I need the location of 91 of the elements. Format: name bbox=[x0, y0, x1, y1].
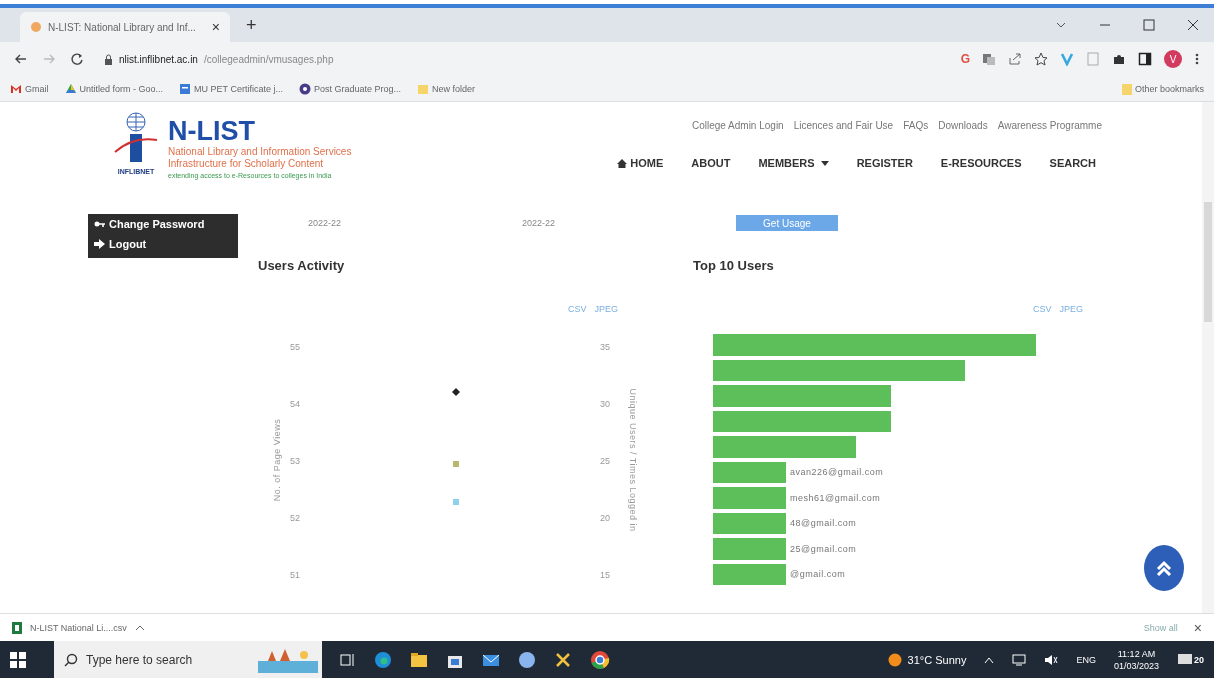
y-tick-label: 53 bbox=[290, 456, 300, 466]
bar-label: 25@gmail.com bbox=[790, 543, 857, 554]
bookmark-link[interactable]: Post Graduate Prog... bbox=[298, 82, 401, 95]
site-name: N-LIST bbox=[168, 116, 256, 146]
weather-widget[interactable]: 31°C Sunny bbox=[887, 652, 967, 667]
y-tick-label: 35 bbox=[600, 342, 610, 352]
bar-label: @gmail.com bbox=[790, 569, 846, 580]
profile-avatar[interactable]: V bbox=[1164, 50, 1182, 68]
menu-icon[interactable] bbox=[1194, 52, 1200, 66]
y-tick-label: 15 bbox=[600, 570, 610, 580]
chrome-browser-icon[interactable] bbox=[590, 649, 610, 670]
maximize-icon[interactable] bbox=[1142, 18, 1156, 32]
download-item[interactable]: N-LIST National Li....csv bbox=[12, 621, 145, 634]
top-link[interactable]: Licences and Fair Use bbox=[793, 120, 894, 131]
nav-link[interactable]: HOME bbox=[617, 157, 664, 169]
home-icon bbox=[617, 158, 628, 168]
other-bookmarks-link[interactable]: Other bookmarks bbox=[1121, 82, 1204, 95]
scrollbar[interactable] bbox=[1202, 102, 1214, 613]
double-chevron-up-icon bbox=[1155, 560, 1173, 576]
circle-icon bbox=[298, 82, 311, 95]
y-axis-label: No. of Page Views bbox=[272, 418, 282, 502]
exit-icon bbox=[94, 239, 105, 249]
top-link[interactable]: College Admin Login bbox=[691, 120, 784, 131]
triangle-icon bbox=[64, 82, 77, 95]
taskbar-search-field[interactable]: Type here to search bbox=[54, 641, 322, 678]
y-tick-label: 20 bbox=[600, 513, 610, 523]
y-tick-label: 52 bbox=[290, 513, 300, 523]
bar-label: avan226@gmail.com bbox=[790, 467, 884, 478]
language-indicator[interactable]: ENG bbox=[1076, 654, 1096, 665]
bookmark-link[interactable]: New folder bbox=[416, 82, 475, 95]
bookmark-link[interactable]: Untitled form - Goo... bbox=[64, 82, 164, 95]
sun-icon bbox=[887, 652, 902, 667]
key-icon bbox=[94, 219, 105, 229]
google-extension-button[interactable]: G bbox=[960, 52, 970, 66]
circle-app-icon[interactable] bbox=[518, 650, 536, 669]
top-link[interactable]: Awareness Programme bbox=[997, 120, 1102, 131]
notifications-button[interactable]: 20 bbox=[1177, 652, 1204, 667]
close-icon[interactable] bbox=[1186, 18, 1200, 32]
clock[interactable]: 11:12 AM 01/03/2023 bbox=[1113, 647, 1159, 672]
top-link[interactable]: Downloads bbox=[938, 120, 988, 131]
nav-link[interactable]: MEMBERS bbox=[758, 157, 829, 169]
task-view-icon[interactable] bbox=[340, 651, 356, 668]
reload-icon[interactable] bbox=[70, 52, 84, 66]
folder-icon[interactable] bbox=[410, 650, 428, 669]
y-tick-label: 51 bbox=[290, 570, 300, 580]
y-tick-label: 30 bbox=[600, 399, 610, 409]
lock-icon bbox=[104, 53, 113, 65]
sidebar-link[interactable]: Logout bbox=[88, 234, 238, 254]
to-year-value: 2022-22 bbox=[522, 218, 557, 228]
share-icon[interactable] bbox=[1008, 52, 1022, 66]
chevron-up-icon[interactable] bbox=[984, 655, 995, 664]
nav-link[interactable]: SEARCH bbox=[1049, 157, 1096, 169]
y-tick-label: 54 bbox=[290, 399, 300, 409]
chart-title: Users Activity bbox=[258, 258, 346, 275]
search-icon bbox=[64, 652, 78, 667]
top-link[interactable]: FAQs bbox=[903, 120, 929, 131]
browser-tab[interactable]: N-LIST: National Library and Inf... × bbox=[20, 12, 231, 42]
bar-label: 48@gmail.com bbox=[790, 518, 857, 529]
edge-browser-icon[interactable] bbox=[374, 650, 392, 669]
nav-link[interactable]: REGISTER bbox=[856, 157, 913, 169]
address-field[interactable]: nlist.inflibnet.ac.in /collegeadmin/vmusages.php bbox=[98, 53, 340, 65]
tagline: Infrastructure for Scholarly Content bbox=[168, 158, 325, 170]
y-tick-label: 25 bbox=[600, 456, 610, 466]
windows-start-icon[interactable] bbox=[10, 651, 26, 668]
tagline: National Library and Information Services bbox=[168, 146, 352, 158]
chart-title: Top 10 Users bbox=[693, 258, 775, 275]
y-tick-label: 55 bbox=[290, 342, 300, 352]
nav-link[interactable]: E-RESOURCES bbox=[940, 157, 1022, 169]
close-tab-button[interactable]: × bbox=[211, 19, 221, 35]
speaker-icon[interactable] bbox=[1044, 653, 1059, 666]
bookmark-link[interactable]: Gmail bbox=[10, 82, 49, 95]
caret-icon bbox=[134, 623, 145, 632]
bar-label: mesh61@gmail.com bbox=[790, 492, 881, 503]
folder-icon bbox=[1121, 82, 1132, 95]
nav-link[interactable]: ABOUT bbox=[691, 157, 731, 169]
spreadsheet-file-icon bbox=[12, 621, 22, 634]
tab-favicon-icon bbox=[30, 21, 42, 33]
gmail-icon bbox=[10, 82, 22, 95]
y-axis-label: Unique Users / Times Logged in bbox=[628, 388, 638, 532]
star-icon[interactable] bbox=[1034, 52, 1048, 66]
back-icon[interactable] bbox=[14, 52, 28, 66]
folder-icon bbox=[416, 82, 429, 95]
document-icon bbox=[179, 82, 192, 95]
close-download-bar-button[interactable]: × bbox=[1193, 619, 1202, 636]
sidebar-link[interactable]: Change Password bbox=[88, 214, 238, 234]
new-tab-button[interactable]: + bbox=[246, 14, 257, 36]
from-year-value: 2022-22 bbox=[308, 218, 343, 228]
scroll-to-top-button[interactable] bbox=[1144, 545, 1184, 591]
side-panel-icon[interactable] bbox=[1138, 52, 1152, 66]
caret-icon bbox=[820, 160, 829, 166]
bookmark-link[interactable]: MU PET Certificate j... bbox=[179, 82, 283, 95]
